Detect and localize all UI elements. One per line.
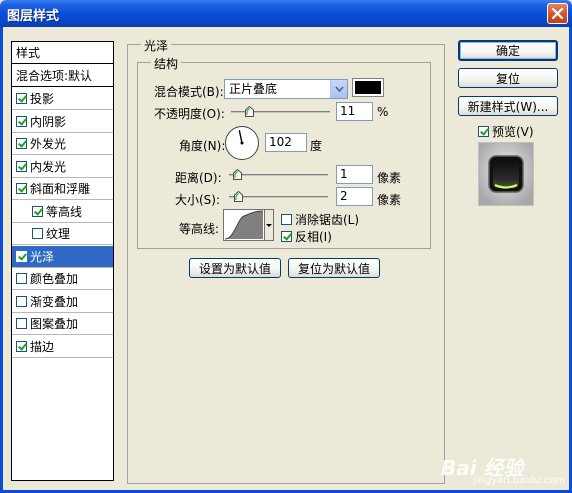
- triangle-down-icon: [266, 224, 272, 227]
- opacity-input[interactable]: 11: [336, 102, 373, 121]
- size-slider-track: [229, 196, 328, 198]
- style-item-label: 渐变叠加: [30, 294, 79, 309]
- new-style-button[interactable]: 新建样式(W)...: [458, 96, 558, 116]
- size-slider-thumb[interactable]: [234, 191, 243, 202]
- opacity-label: 不透明度(O):: [154, 107, 225, 121]
- style-item[interactable]: 颜色叠加: [12, 268, 113, 290]
- contour-curve-icon: [224, 210, 264, 240]
- size-input[interactable]: 2: [336, 187, 373, 206]
- preview-checkbox-box[interactable]: [478, 126, 489, 137]
- angle-dial-hand: [238, 130, 244, 145]
- window-title: 图层样式: [7, 9, 60, 24]
- blend-mode-value: 正片叠底: [229, 82, 278, 96]
- title-bar[interactable]: 图层样式: [0, 0, 572, 27]
- style-item-label: 描边: [30, 339, 55, 354]
- style-item-label: 斜面和浮雕: [30, 182, 91, 196]
- blend-options-item[interactable]: 混合选项:默认: [12, 65, 113, 87]
- contour-dropdown[interactable]: [264, 209, 274, 241]
- style-item[interactable]: 渐变叠加: [12, 291, 113, 313]
- distance-slider[interactable]: [229, 169, 328, 181]
- satin-color-swatch[interactable]: [352, 78, 384, 97]
- angle-input[interactable]: 102: [265, 133, 307, 152]
- style-item[interactable]: 纹理: [12, 223, 113, 245]
- style-item-checkbox[interactable]: [16, 115, 27, 127]
- structure-group-title: 结构: [151, 55, 182, 72]
- opacity-slider-thumb[interactable]: [245, 106, 254, 117]
- style-item-checkbox[interactable]: [32, 205, 43, 217]
- style-item-label: 内阴影: [30, 114, 67, 129]
- style-item-checkbox[interactable]: [16, 318, 27, 329]
- ok-button[interactable]: 确定: [458, 40, 558, 61]
- style-item-label: 外发光: [30, 137, 67, 151]
- opacity-unit: %: [377, 105, 389, 119]
- style-item-checkbox[interactable]: [16, 160, 27, 172]
- reset-button[interactable]: 复位: [458, 68, 558, 88]
- style-item-checkbox[interactable]: [16, 250, 27, 262]
- style-item-checkbox[interactable]: [16, 93, 27, 104]
- style-item[interactable]: 图案叠加: [12, 313, 113, 335]
- contour-picker[interactable]: [223, 209, 265, 241]
- style-item-label: 内发光: [30, 159, 67, 174]
- preview-label: 预览(V): [492, 125, 534, 139]
- distance-input[interactable]: 1: [336, 165, 373, 184]
- distance-unit: 像素: [377, 171, 402, 185]
- size-label: 大小(S):: [175, 193, 221, 207]
- style-item[interactable]: 投影: [12, 88, 113, 110]
- style-item-checkbox[interactable]: [16, 273, 27, 284]
- preview-swatch-icon: [479, 143, 533, 205]
- size-slider[interactable]: [229, 191, 328, 203]
- blend-mode-label: 混合模式(B):: [154, 85, 224, 99]
- blend-mode-dropdown[interactable]: [330, 80, 347, 98]
- style-item[interactable]: 描边: [12, 336, 113, 358]
- dialog-body: 样式 混合选项:默认 投影 内阴影 外发光 内发光 斜面和浮雕 等高线 纹理 光泽 颜色叠加 渐变…: [3, 27, 569, 490]
- angle-dial[interactable]: [225, 126, 259, 160]
- reset-to-default-button[interactable]: 复位为默认值: [288, 258, 380, 278]
- satin-group-title: 光泽: [141, 37, 172, 54]
- size-unit: 像素: [377, 193, 402, 207]
- style-item-checkbox[interactable]: [16, 183, 27, 194]
- make-default-button[interactable]: 设置为默认值: [189, 258, 281, 278]
- invert-checkbox[interactable]: 反相(I): [281, 228, 332, 245]
- style-item[interactable]: 斜面和浮雕: [12, 178, 113, 200]
- style-item-label: 光泽: [30, 249, 55, 264]
- style-item-checkbox[interactable]: [32, 228, 43, 239]
- style-item[interactable]: 光泽: [12, 245, 113, 268]
- distance-slider-track: [229, 174, 328, 176]
- antialias-checkbox-box[interactable]: [281, 214, 292, 225]
- style-item-label: 投影: [30, 92, 55, 106]
- style-preview-thumbnail: [478, 142, 534, 206]
- contour-label: 等高线:: [179, 222, 220, 236]
- style-item[interactable]: 内发光: [12, 156, 113, 178]
- style-item-checkbox[interactable]: [16, 340, 27, 352]
- blend-mode-select[interactable]: 正片叠底: [224, 79, 348, 99]
- angle-label: 角度(N):: [179, 139, 226, 153]
- invert-checkbox-box[interactable]: [281, 231, 292, 242]
- antialias-label: 消除锯齿(L): [295, 213, 360, 227]
- close-icon: [551, 7, 564, 20]
- chevron-down-icon: [335, 86, 344, 92]
- styles-list: 样式 混合选项:默认 投影内阴影外发光内发光斜面和浮雕等高线纹理光泽颜色叠加渐变…: [11, 41, 114, 481]
- preview-checkbox[interactable]: 预览(V): [478, 123, 534, 140]
- style-item-checkbox[interactable]: [16, 295, 27, 307]
- style-item[interactable]: 等高线: [12, 201, 113, 223]
- invert-label: 反相(I): [295, 230, 332, 244]
- style-item-label: 图案叠加: [30, 317, 79, 331]
- distance-label: 距离(D):: [175, 171, 222, 185]
- opacity-slider[interactable]: [231, 106, 330, 118]
- style-item-label: 纹理: [46, 227, 71, 241]
- styles-list-header[interactable]: 样式: [12, 42, 113, 64]
- watermark-url: jingyan.baidu.com: [473, 475, 566, 486]
- style-item-label: 颜色叠加: [30, 272, 79, 286]
- angle-unit: 度: [310, 139, 323, 153]
- style-item[interactable]: 内阴影: [12, 111, 113, 133]
- styles-header-label: 样式: [16, 46, 41, 60]
- distance-slider-thumb[interactable]: [233, 169, 242, 180]
- blend-options-label: 混合选项:默认: [16, 69, 93, 83]
- close-button[interactable]: [547, 3, 568, 24]
- style-item[interactable]: 外发光: [12, 133, 113, 155]
- style-item-label: 等高线: [46, 204, 83, 219]
- antialias-checkbox[interactable]: 消除锯齿(L): [281, 211, 359, 228]
- style-item-checkbox[interactable]: [16, 138, 27, 149]
